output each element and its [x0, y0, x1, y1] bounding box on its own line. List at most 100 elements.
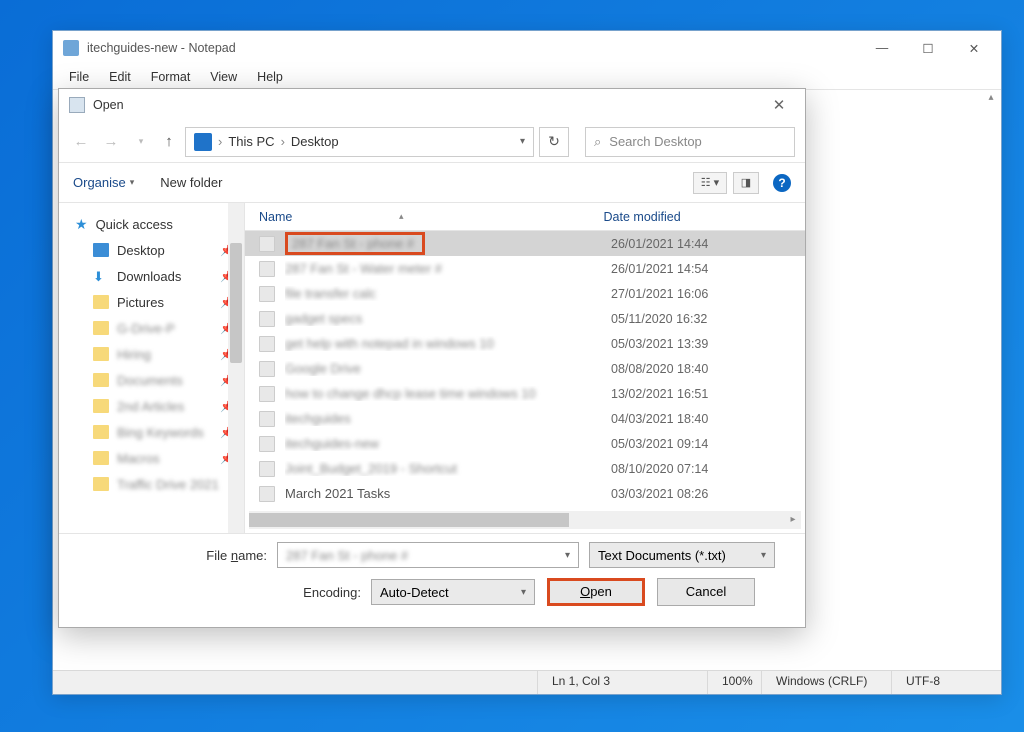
cancel-button[interactable]: Cancel — [657, 578, 755, 606]
sidebar-item[interactable]: Documents📌 — [69, 367, 240, 393]
file-name: gadget specs — [285, 311, 611, 326]
sidebar-scrollbar[interactable] — [228, 203, 244, 533]
filename-input[interactable]: 287 Fan St - phone # ▾ — [277, 542, 579, 568]
downloads-icon: ⬇ — [93, 269, 109, 283]
path-this-pc[interactable]: This PC — [228, 134, 274, 149]
nav-forward-button: → — [99, 133, 123, 150]
file-row[interactable]: itechguides04/03/2021 18:40 — [245, 406, 805, 431]
file-icon — [259, 261, 275, 277]
file-list[interactable]: 287 Fan St - phone #26/01/2021 14:44287 … — [245, 231, 805, 511]
menu-view[interactable]: View — [202, 68, 245, 86]
file-row[interactable]: gadget specs05/11/2020 16:32 — [245, 306, 805, 331]
menu-file[interactable]: File — [61, 68, 97, 86]
sidebar-item[interactable]: G-Drive-P📌 — [69, 315, 240, 341]
encoding-label: Encoding: — [77, 585, 371, 600]
sidebar-item[interactable]: Traffic Drive 2021 — [69, 471, 240, 497]
new-folder-button[interactable]: New folder — [160, 175, 222, 190]
notepad-titlebar: itechguides-new - Notepad — ☐ ✕ — [53, 31, 1001, 65]
file-name: itechguides — [285, 411, 611, 426]
open-dialog: Open ✕ ← → ▾ ↑ › This PC › Desktop ▾ ↻ ⌕… — [58, 88, 806, 628]
file-row[interactable]: itechguides-new05/03/2021 09:14 — [245, 431, 805, 456]
file-type-filter[interactable]: Text Documents (*.txt) ▾ — [589, 542, 775, 568]
address-bar[interactable]: › This PC › Desktop ▾ — [185, 127, 534, 157]
sidebar-quick-access[interactable]: ★ Quick access — [69, 211, 240, 237]
notepad-icon — [63, 40, 79, 56]
file-date: 26/01/2021 14:44 — [611, 237, 805, 251]
folder-icon — [93, 477, 109, 491]
preview-pane-button[interactable]: ◨ — [733, 172, 759, 194]
file-icon — [259, 386, 275, 402]
dropdown-icon[interactable]: ▾ — [565, 550, 570, 561]
sidebar-item[interactable]: Bing Keywords📌 — [69, 419, 240, 445]
nav-back-button[interactable]: ← — [69, 133, 93, 150]
menu-format[interactable]: Format — [143, 68, 199, 86]
file-icon — [259, 436, 275, 452]
file-date: 05/03/2021 09:14 — [611, 437, 805, 451]
dropdown-icon[interactable]: ▾ — [521, 587, 526, 598]
nav-recent-dropdown[interactable]: ▾ — [129, 136, 153, 147]
encoding-select[interactable]: Auto-Detect ▾ — [371, 579, 535, 605]
file-date: 08/08/2020 18:40 — [611, 362, 805, 376]
horizontal-scrollbar[interactable]: ◂ ▸ — [249, 511, 801, 529]
scroll-up-icon[interactable]: ▴ — [983, 92, 999, 108]
file-row[interactable]: file transfer calc27/01/2021 16:06 — [245, 281, 805, 306]
filename-label: File name: — [77, 548, 277, 563]
path-desktop[interactable]: Desktop — [291, 134, 339, 149]
file-icon — [259, 361, 275, 377]
file-date: 05/11/2020 16:32 — [611, 312, 805, 326]
file-name: itechguides-new — [285, 436, 611, 451]
file-icon — [259, 336, 275, 352]
file-name: March 2021 Tasks — [285, 486, 611, 501]
file-date: 03/03/2021 08:26 — [611, 487, 805, 501]
dialog-toolbar: Organise▾ New folder ☷ ▾ ◨ ? — [59, 163, 805, 203]
minimize-button[interactable]: — — [859, 32, 905, 64]
chevron-right-icon: › — [281, 134, 285, 149]
dropdown-icon[interactable]: ▾ — [761, 550, 766, 561]
nav-up-button[interactable]: ↑ — [159, 133, 179, 150]
desktop-icon — [93, 243, 109, 257]
header-name[interactable]: Name — [259, 210, 599, 224]
menu-edit[interactable]: Edit — [101, 68, 139, 86]
file-row[interactable]: Joint_Budget_2019 - Shortcut08/10/2020 0… — [245, 456, 805, 481]
refresh-button[interactable]: ↻ — [539, 127, 569, 157]
sidebar-item[interactable]: Macros📌 — [69, 445, 240, 471]
file-row[interactable]: 287 Fan St - Water meter #26/01/2021 14:… — [245, 256, 805, 281]
file-date: 13/02/2021 16:51 — [611, 387, 805, 401]
file-name: how to change dhcp lease time windows 10 — [285, 386, 611, 401]
search-box[interactable]: ⌕ Search Desktop — [585, 127, 795, 157]
file-row[interactable]: 287 Fan St - phone #26/01/2021 14:44 — [245, 231, 805, 256]
file-date: 05/03/2021 13:39 — [611, 337, 805, 351]
sidebar-item[interactable]: 2nd Articles📌 — [69, 393, 240, 419]
folder-icon — [93, 451, 109, 465]
sidebar-item-desktop[interactable]: Desktop📌 — [69, 237, 240, 263]
header-date[interactable]: Date modified — [604, 210, 805, 224]
file-name: file transfer calc — [285, 286, 611, 301]
maximize-button[interactable]: ☐ — [905, 32, 951, 64]
file-row[interactable]: Google Drive08/08/2020 18:40 — [245, 356, 805, 381]
address-dropdown-icon[interactable]: ▾ — [520, 136, 525, 147]
dialog-icon — [69, 97, 85, 113]
view-mode-button[interactable]: ☷ ▾ — [693, 172, 727, 194]
scroll-right-icon[interactable]: ▸ — [785, 511, 801, 529]
search-icon: ⌕ — [594, 134, 601, 150]
folder-icon — [93, 347, 109, 361]
navigation-pane: ★ Quick access Desktop📌 ⬇Downloads📌 Pict… — [59, 203, 245, 533]
dialog-close-button[interactable]: ✕ — [759, 96, 799, 114]
file-row[interactable]: March 2021 Tasks03/03/2021 08:26 — [245, 481, 805, 506]
sidebar-item-downloads[interactable]: ⬇Downloads📌 — [69, 263, 240, 289]
file-row[interactable]: how to change dhcp lease time windows 10… — [245, 381, 805, 406]
open-button[interactable]: Open — [547, 578, 645, 606]
menu-help[interactable]: Help — [249, 68, 291, 86]
sidebar-item[interactable]: Hiring📌 — [69, 341, 240, 367]
sidebar-item-pictures[interactable]: Pictures📌 — [69, 289, 240, 315]
help-button[interactable]: ? — [773, 174, 791, 192]
file-row[interactable]: get help with notepad in windows 1005/03… — [245, 331, 805, 356]
organise-button[interactable]: Organise▾ — [73, 175, 134, 190]
folder-icon — [93, 399, 109, 413]
column-headers: Name ▴ Date modified — [245, 203, 805, 231]
file-name: Joint_Budget_2019 - Shortcut — [285, 461, 611, 476]
close-button[interactable]: ✕ — [951, 32, 997, 64]
status-zoom: 100% — [707, 671, 761, 694]
dialog-title: Open — [93, 98, 759, 112]
file-date: 04/03/2021 18:40 — [611, 412, 805, 426]
